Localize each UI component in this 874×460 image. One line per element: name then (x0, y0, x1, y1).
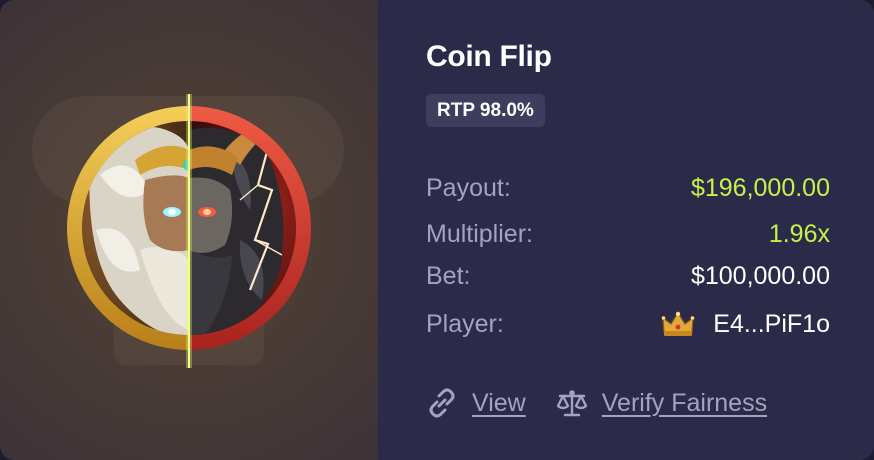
multiplier-label: Multiplier: (426, 219, 533, 248)
game-art-panel (0, 0, 378, 460)
coin-flip-coin-image (67, 94, 311, 368)
game-title: Coin Flip (426, 40, 552, 73)
multiplier-value: 1.96x (768, 219, 830, 248)
action-links: View Verify Fairness (426, 386, 767, 420)
player-row: Player: E4...PiF1o (426, 308, 830, 340)
player-name: E4...PiF1o (713, 309, 830, 338)
view-link[interactable]: View (426, 388, 526, 418)
bet-label: Bet: (426, 261, 471, 290)
crown-icon (661, 311, 695, 336)
scale-icon (556, 390, 587, 417)
verify-fairness-link[interactable]: Verify Fairness (556, 388, 767, 418)
multiplier-row: Multiplier: 1.96x (426, 218, 830, 250)
verify-fairness-label[interactable]: Verify Fairness (602, 389, 767, 418)
payout-value: $196,000.00 (690, 173, 830, 202)
bet-info-panel: Coin Flip RTP 98.0% Payout: $196,000.00 … (378, 0, 874, 460)
bet-detail-card: Coin Flip RTP 98.0% Payout: $196,000.00 … (0, 0, 874, 460)
view-link-label[interactable]: View (472, 389, 526, 418)
bet-row: Bet: $100,000.00 (426, 260, 830, 292)
bet-value: $100,000.00 (690, 261, 830, 290)
player-label: Player: (426, 309, 504, 338)
link-icon (429, 388, 455, 418)
payout-label: Payout: (426, 173, 511, 202)
payout-row: Payout: $196,000.00 (426, 172, 830, 204)
rtp-badge: RTP 98.0% (426, 94, 545, 127)
player-link[interactable]: E4...PiF1o (661, 310, 830, 339)
